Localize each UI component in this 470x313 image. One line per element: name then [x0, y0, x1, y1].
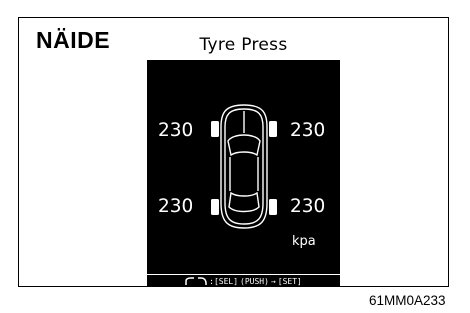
push-hint: (PUSH)	[240, 276, 269, 286]
tire-front-right	[269, 121, 277, 137]
header-divider	[147, 60, 340, 66]
tire-front-left	[211, 121, 219, 137]
arrow-right-icon: →	[270, 276, 276, 286]
tire-rear-left	[211, 199, 219, 215]
tire-rear-right	[269, 199, 277, 215]
car-top-view-icon	[211, 104, 277, 229]
pressure-unit: kpa	[292, 234, 316, 249]
example-label: NÄIDE	[36, 27, 111, 53]
rotate-left-icon	[185, 276, 195, 285]
rotate-right-icon	[198, 276, 207, 285]
tire-pressure-front-left: 230	[158, 120, 194, 141]
set-hint: [SET]	[277, 276, 302, 286]
tire-pressure-rear-right: 230	[290, 196, 326, 217]
select-hint: :[SEL]	[209, 276, 239, 286]
tire-pressure-rear-left: 230	[158, 196, 194, 217]
figure-code: 61MM0A233	[369, 293, 446, 308]
screen-title: Tyre Press	[199, 35, 288, 55]
control-hint-bar: :[SEL] (PUSH) → [SET]	[147, 274, 340, 287]
tire-pressure-front-right: 230	[290, 120, 326, 141]
